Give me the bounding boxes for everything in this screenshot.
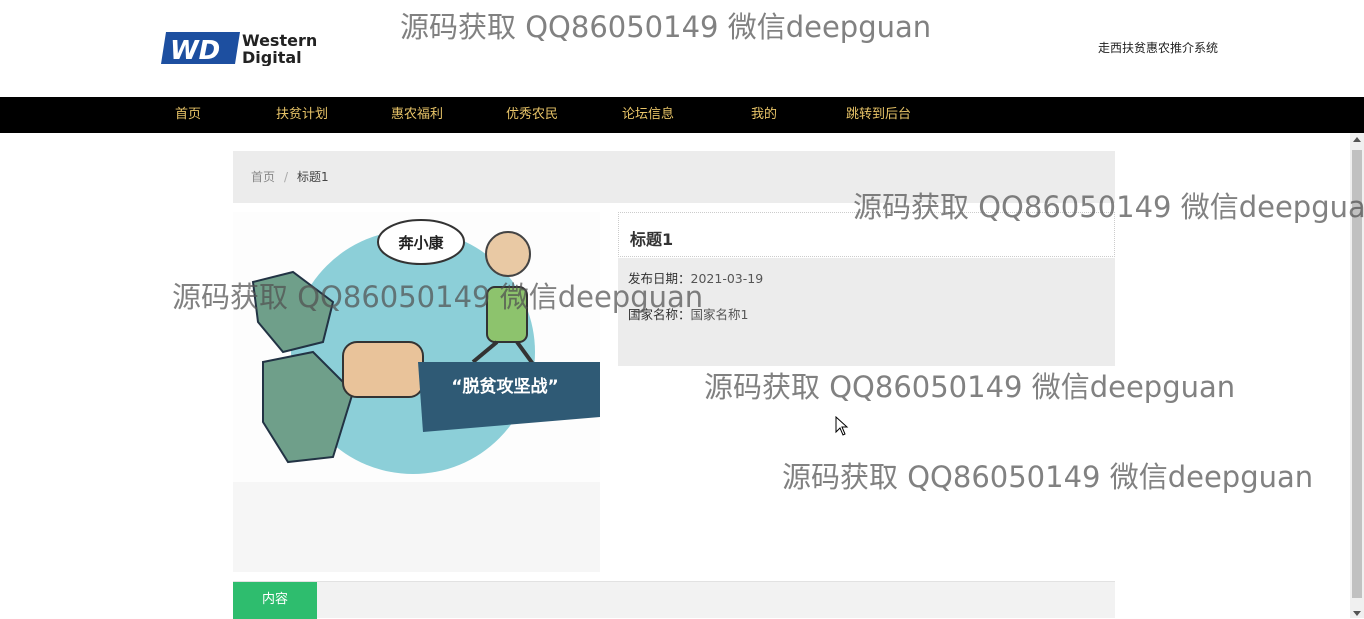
nav-item-farmer-benefits[interactable]: 惠农福利 (391, 97, 443, 133)
country-name-row: 国家名称：国家名称1 (628, 304, 748, 323)
svg-text:奔小康: 奔小康 (397, 234, 444, 252)
svg-text:Digital: Digital (242, 48, 302, 66)
nav-item-excellent-farmers[interactable]: 优秀农民 (506, 97, 558, 133)
breadcrumb: 首页 / 标题1 (233, 151, 1115, 203)
detail-info: 发布日期：2021-03-19 国家名称：国家名称1 (618, 258, 1115, 366)
tab-content[interactable]: 内容 (233, 582, 317, 619)
nav-item-poverty-plan[interactable]: 扶贫计划 (276, 97, 328, 133)
content-tab-bar: 内容 (233, 581, 1115, 619)
nav-item-admin[interactable]: 跳转到后台 (846, 97, 911, 133)
watermark-text: 源码获取 QQ86050149 微信deepguan (704, 370, 1236, 404)
breadcrumb-current: 标题1 (297, 170, 329, 184)
detail-title-box: 标题1 (618, 212, 1115, 257)
publish-date-value: 2021-03-19 (690, 271, 764, 286)
country-name-label: 国家名称： (628, 307, 691, 322)
header: WD Western Digital 走西扶贫惠农推介系统 (0, 0, 1364, 97)
logo-graphic: WD Western Digital (161, 31, 317, 67)
svg-text:“脱贫攻坚战”: “脱贫攻坚战” (451, 376, 558, 397)
breadcrumb-separator: / (284, 170, 289, 184)
page-scrollbar[interactable] (1350, 133, 1364, 618)
scroll-up-arrow-icon[interactable] (1353, 137, 1361, 142)
poverty-illustration: 奔小康 “脱贫攻坚战” (251, 219, 600, 474)
nav-item-home[interactable]: 首页 (175, 97, 201, 133)
mouse-cursor-icon (835, 415, 849, 440)
breadcrumb-home-link[interactable]: 首页 (251, 151, 275, 203)
nav-item-mine[interactable]: 我的 (751, 97, 777, 133)
main-nav: 首页 扶贫计划 惠农福利 优秀农民 论坛信息 我的 跳转到后台 (0, 97, 1364, 133)
detail-image-panel: 奔小康 “脱贫攻坚战” (233, 212, 600, 572)
svg-text:WD: WD (170, 36, 220, 66)
site-title: 走西扶贫惠农推介系统 (1098, 41, 1219, 55)
country-name-value: 国家名称1 (690, 307, 749, 322)
publish-date-row: 发布日期：2021-03-19 (628, 268, 763, 287)
western-digital-logo[interactable]: WD Western Digital (160, 30, 335, 67)
publish-date-label: 发布日期： (628, 271, 691, 286)
detail-image: 奔小康 “脱贫攻坚战” (233, 212, 600, 482)
detail-title: 标题1 (630, 230, 674, 249)
watermark-text: 源码获取 QQ86050149 微信deepguan (782, 460, 1314, 494)
nav-item-forum[interactable]: 论坛信息 (622, 97, 674, 133)
scroll-thumb[interactable] (1352, 150, 1362, 598)
scroll-down-arrow-icon[interactable] (1353, 611, 1361, 616)
